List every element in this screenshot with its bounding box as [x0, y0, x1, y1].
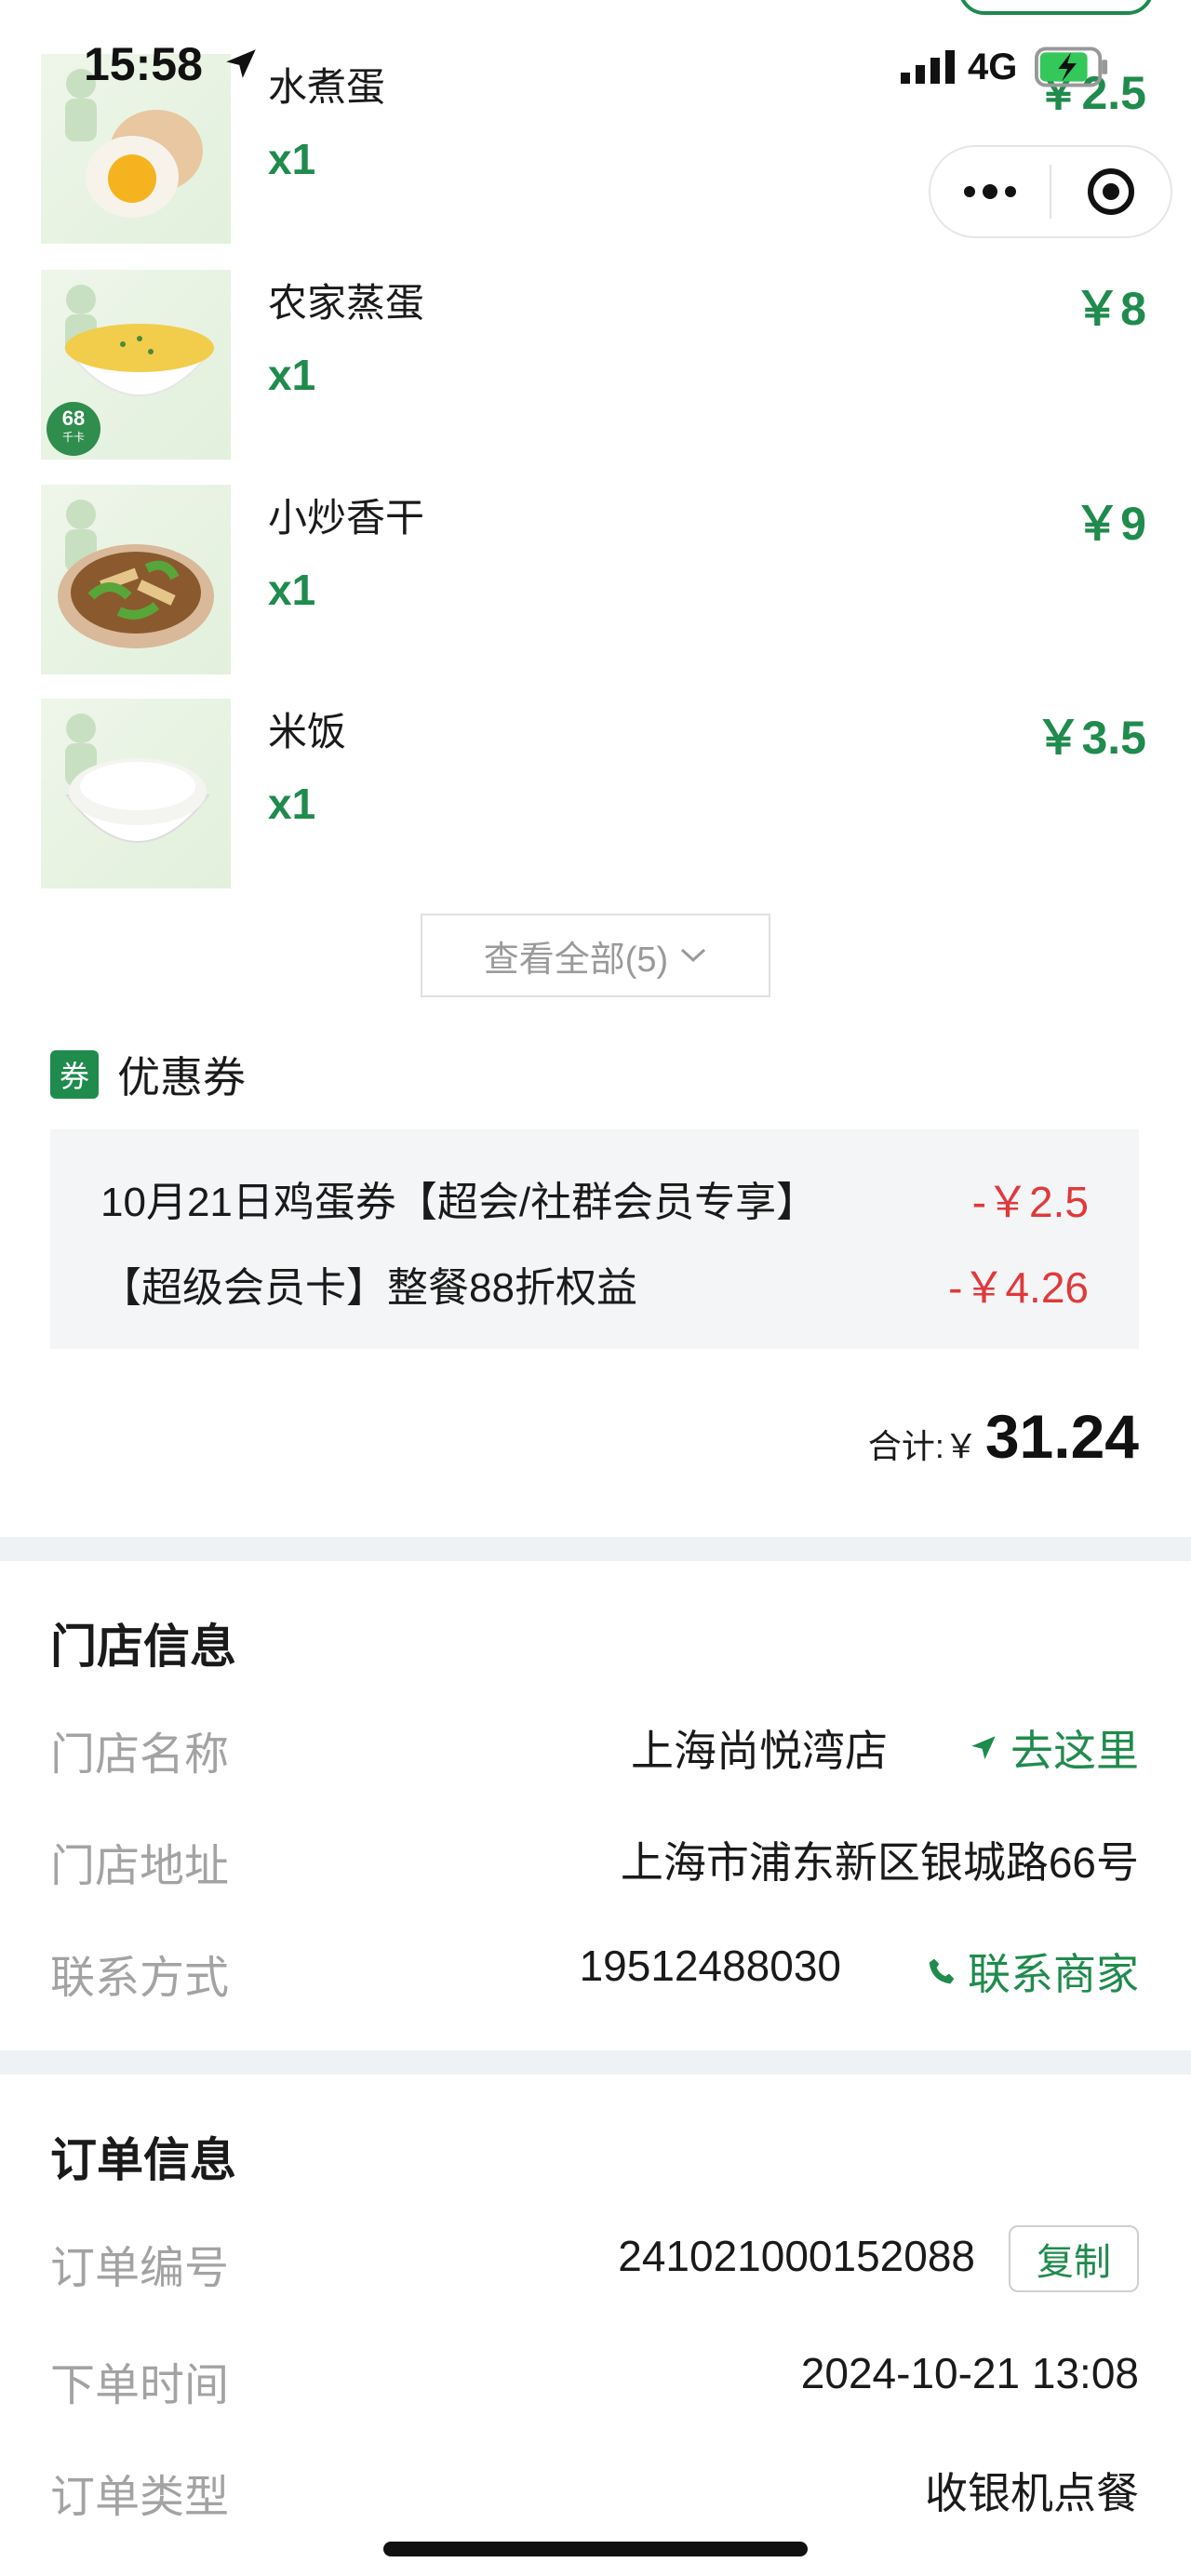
view-all-button[interactable]: 查看全部(5)	[421, 914, 770, 997]
item-quantity: x1	[268, 351, 316, 399]
order-time-row: 下单时间 2024-10-21 13:08	[0, 2348, 1191, 2413]
rice-image	[64, 758, 211, 843]
item-price: ￥9	[1074, 498, 1146, 550]
coupon-name: 【超级会员卡】整餐88折权益	[100, 1265, 637, 1311]
coupon-row: 10月21日鸡蛋券【超会/社群会员专享】 -￥2.5	[50, 1168, 1139, 1234]
phone-icon	[929, 1958, 955, 1984]
list-item[interactable]: 68 千卡 农家蒸蛋 x1 ￥8	[0, 270, 1191, 461]
item-name: 米饭	[268, 710, 347, 754]
navigate-label: 去这里	[1010, 1727, 1139, 1775]
chevron-down-icon	[681, 948, 706, 963]
info-label: 联系方式	[50, 1954, 230, 2003]
item-quantity: x1	[268, 566, 316, 614]
section-divider	[0, 2050, 1191, 2075]
order-type-row: 订单类型 收银机点餐	[0, 2460, 1191, 2525]
item-image	[41, 485, 231, 674]
copy-button[interactable]: 复制	[1009, 2225, 1139, 2292]
info-label: 门店名称	[50, 1730, 230, 1780]
coupon-list: 10月21日鸡蛋券【超会/社群会员专享】 -￥2.5 【超级会员卡】整餐88折权…	[50, 1129, 1139, 1349]
info-label: 订单类型	[50, 2473, 230, 2522]
network-type: 4G	[968, 47, 1018, 87]
coupon-title: 优惠券	[117, 1053, 246, 1101]
item-image	[41, 699, 231, 888]
close-target-icon	[1087, 168, 1134, 215]
coupon-amount: -￥4.26	[948, 1263, 1089, 1312]
item-quantity: x1	[268, 135, 316, 183]
info-label: 下单时间	[50, 2361, 230, 2410]
contact-merchant-label: 联系商家	[968, 1950, 1139, 1998]
total-label: 合计:￥	[867, 1427, 978, 1465]
navigate-button[interactable]: 去这里	[968, 1717, 1139, 1779]
store-address-row: 门店地址 上海市浦东新区银城路66号	[0, 1829, 1191, 1894]
order-info-title: 订单信息	[50, 2134, 236, 2186]
contact-phone: 19512488030	[579, 1942, 841, 1990]
more-button[interactable]	[930, 147, 1050, 236]
item-price: ￥8	[1074, 283, 1146, 335]
total-value: 31.24	[984, 1402, 1139, 1471]
status-time: 15:58	[84, 38, 203, 90]
store-info-title: 门店信息	[50, 1621, 236, 1673]
contact-merchant-button[interactable]: 联系商家	[927, 1941, 1139, 2002]
section-divider	[0, 1537, 1191, 1561]
calorie-badge: 68 千卡	[47, 402, 100, 456]
coupon-amount: -￥2.5	[971, 1178, 1089, 1226]
info-label: 门店地址	[50, 1842, 230, 1891]
more-icon	[964, 184, 1016, 199]
store-name-row: 门店名称 上海尚悦湾店 去这里	[0, 1717, 1191, 1782]
item-price: ￥3.5	[1035, 712, 1146, 764]
store-address: 上海市浦东新区银城路66号	[620, 1838, 1139, 1887]
order-number-row: 订单编号 241021000152088 复制	[0, 2225, 1191, 2296]
store-name: 上海尚悦湾店	[631, 1727, 888, 1775]
item-name: 小炒香干	[268, 496, 425, 540]
item-image: 68 千卡	[41, 270, 231, 460]
info-label: 订单编号	[50, 2244, 230, 2293]
list-item[interactable]: 小炒香干 x1 ￥9	[0, 485, 1191, 676]
list-item[interactable]: 米饭 x1 ￥3.5	[0, 699, 1191, 890]
battery-icon	[1035, 47, 1108, 87]
coupon-header: 券 优惠券	[50, 1044, 246, 1105]
order-total: 合计:￥ 31.24	[868, 1401, 1139, 1472]
order-type: 收银机点餐	[925, 2469, 1139, 2517]
coupon-icon: 券	[50, 1050, 99, 1099]
top-button-edge[interactable]	[958, 0, 1154, 15]
navigate-icon	[971, 1736, 996, 1760]
item-quantity: x1	[268, 780, 316, 828]
home-indicator[interactable]	[383, 2542, 808, 2556]
contact-row: 联系方式 19512488030 联系商家	[0, 1941, 1191, 2006]
order-time: 2024-10-21 13:08	[800, 2349, 1139, 2397]
miniprogram-capsule	[929, 145, 1172, 238]
order-number: 241021000152088	[618, 2232, 975, 2280]
coupon-row: 【超级会员卡】整餐88折权益 -￥4.26	[50, 1254, 1139, 1319]
location-arrow-icon	[226, 49, 256, 78]
tofu-dish-image	[58, 544, 214, 648]
status-bar: 15:58 4G	[0, 0, 1191, 130]
view-all-label: 查看全部(5)	[483, 940, 669, 980]
close-button[interactable]	[1051, 147, 1171, 236]
signal-icon	[901, 50, 955, 84]
coupon-name: 10月21日鸡蛋券【超会/社群会员专享】	[100, 1180, 818, 1225]
item-name: 农家蒸蛋	[268, 281, 425, 325]
